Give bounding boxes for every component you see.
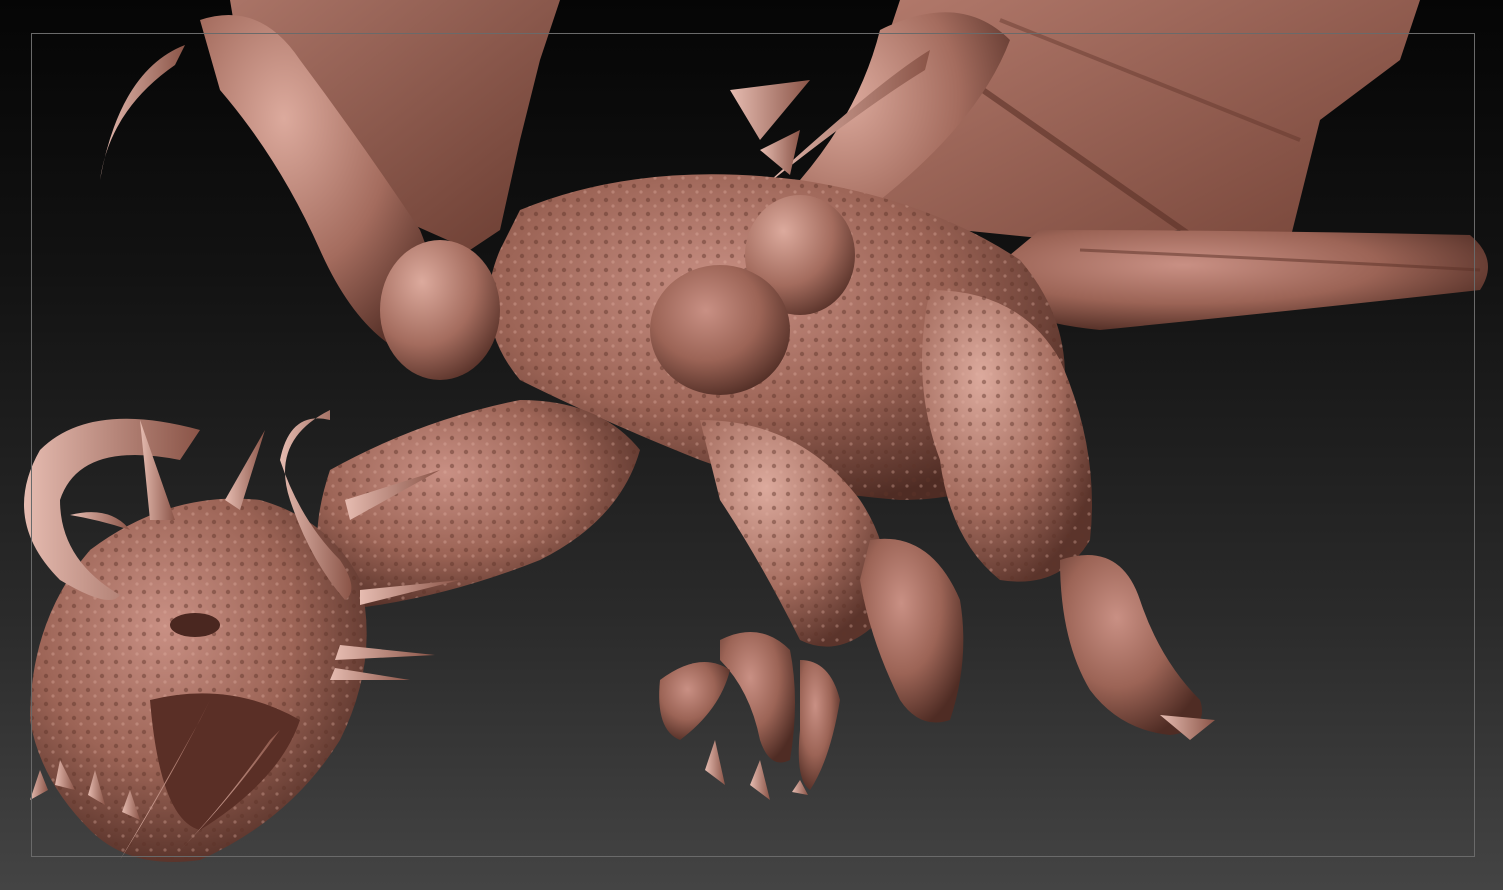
middle-leg	[860, 538, 964, 723]
wing-claw-left	[100, 45, 185, 180]
hind-foot	[1060, 555, 1215, 740]
front-foot	[659, 632, 840, 800]
dragon-model[interactable]	[0, 0, 1503, 890]
sculpt-viewport[interactable]	[0, 0, 1503, 890]
tail	[980, 230, 1488, 330]
